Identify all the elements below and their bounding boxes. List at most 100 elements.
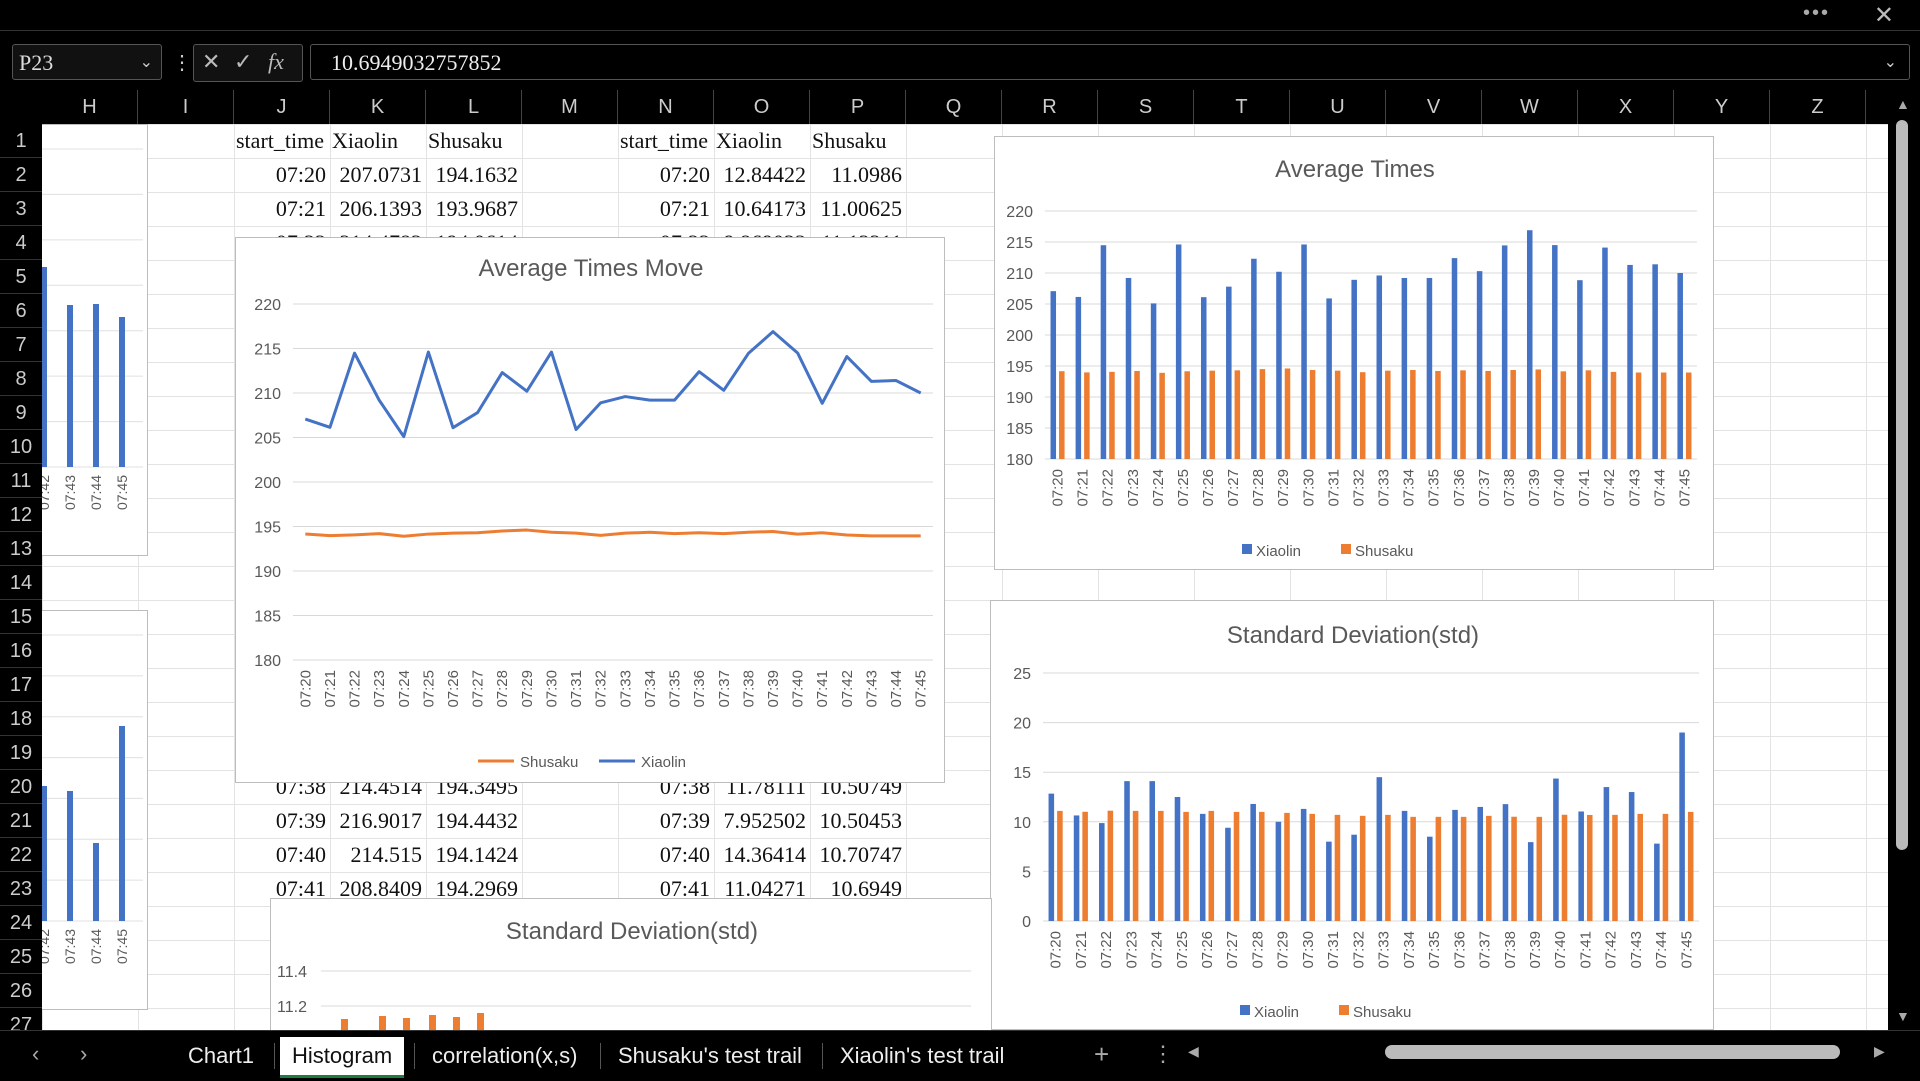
row-header-23[interactable]: 23 bbox=[0, 872, 42, 906]
row-header-4[interactable]: 4 bbox=[0, 226, 42, 260]
row-header-21[interactable]: 21 bbox=[0, 804, 42, 838]
row-header-15[interactable]: 15 bbox=[0, 600, 42, 634]
column-header-h[interactable]: H bbox=[42, 90, 138, 124]
avg-table-cell[interactable]: 194.1632 bbox=[426, 158, 522, 192]
row-header-20[interactable]: 20 bbox=[0, 770, 42, 804]
tab-histogram[interactable]: Histogram bbox=[280, 1037, 405, 1078]
row-header-17[interactable]: 17 bbox=[0, 668, 42, 702]
standard-deviation-bar-chart[interactable]: Standard Deviation(std) 25 20 15 10 5 0 07:20 07… bbox=[990, 600, 1714, 1030]
column-header-v[interactable]: V bbox=[1386, 90, 1482, 124]
tab-xiaolin-s-test-trail[interactable]: Xiaolin's test trail bbox=[828, 1037, 1016, 1075]
std-table-cell[interactable]: 10.64173 bbox=[714, 192, 810, 226]
row-header-1[interactable]: 1 bbox=[0, 124, 42, 158]
column-header-z[interactable]: Z bbox=[1770, 90, 1866, 124]
scroll-left-icon[interactable]: ◀ bbox=[1188, 1043, 1199, 1060]
std-table-cell[interactable]: 07:21 bbox=[618, 192, 714, 226]
column-header-s[interactable]: S bbox=[1098, 90, 1194, 124]
vertical-scrollbar[interactable]: ▲ ▼ bbox=[1888, 90, 1920, 1030]
column-header-i[interactable]: I bbox=[138, 90, 234, 124]
std-table-header-cell[interactable]: start_time bbox=[620, 124, 714, 158]
avg-table-header-cell[interactable]: Shusaku bbox=[428, 124, 522, 158]
avg-table-cell[interactable]: 07:40 bbox=[234, 838, 330, 872]
x-icon[interactable]: ✕ bbox=[202, 49, 220, 75]
sheet-grid[interactable]: start_time Xiaolin Shusaku 07:20 207.0731 194… bbox=[42, 124, 1888, 1030]
tab-next-icon[interactable]: › bbox=[80, 1041, 87, 1067]
avg-table-cell[interactable]: 07:21 bbox=[234, 192, 330, 226]
scroll-down-icon[interactable]: ▼ bbox=[1896, 1008, 1910, 1024]
name-box[interactable]: P23 ⌄ bbox=[12, 44, 162, 80]
row-header-3[interactable]: 3 bbox=[0, 192, 42, 226]
column-header-t[interactable]: T bbox=[1194, 90, 1290, 124]
std-table-cell[interactable]: 14.36414 bbox=[714, 838, 810, 872]
avg-table-header-cell[interactable]: Xiaolin bbox=[332, 124, 426, 158]
std-table-cell[interactable]: 10.70747 bbox=[810, 838, 906, 872]
column-header-w[interactable]: W bbox=[1482, 90, 1578, 124]
formula-input[interactable]: 10.6949032757852 ⌄ bbox=[310, 44, 1910, 80]
avg-table-cell[interactable]: 194.1424 bbox=[426, 838, 522, 872]
average-times-bar-chart[interactable]: Average Times 220 215 210 205 200 195 190 185 180… bbox=[994, 136, 1714, 570]
standard-deviation-small-chart[interactable]: Standard Deviation(std) 11.4 11.2 bbox=[270, 898, 992, 1030]
std-table-cell[interactable]: 7.952502 bbox=[714, 804, 810, 838]
row-header-14[interactable]: 14 bbox=[0, 566, 42, 600]
std-table-cell[interactable]: 07:39 bbox=[618, 804, 714, 838]
row-header-7[interactable]: 7 bbox=[0, 328, 42, 362]
column-header-n[interactable]: N bbox=[618, 90, 714, 124]
vertical-dots-icon[interactable]: ⋮ bbox=[172, 50, 192, 75]
close-icon[interactable]: ✕ bbox=[1874, 1, 1894, 30]
row-header-12[interactable]: 12 bbox=[0, 498, 42, 532]
row-header-18[interactable]: 18 bbox=[0, 702, 42, 736]
tab-chart1[interactable]: Chart1 bbox=[176, 1037, 266, 1075]
average-times-move-chart[interactable]: Average Times Move 220 215 210 205 200 195 190 1… bbox=[235, 237, 945, 783]
std-table-cell[interactable]: 11.0986 bbox=[810, 158, 906, 192]
left-mini-chart-2[interactable]: 07:42 07:43 07:44 07:45 bbox=[42, 610, 148, 1010]
avg-table-cell[interactable]: 206.1393 bbox=[330, 192, 426, 226]
avg-table-cell[interactable]: 07:20 bbox=[234, 158, 330, 192]
left-mini-chart-1[interactable]: 07:42 07:43 07:44 07:45 bbox=[42, 124, 148, 556]
column-header-u[interactable]: U bbox=[1290, 90, 1386, 124]
row-header-6[interactable]: 6 bbox=[0, 294, 42, 328]
fx-icon[interactable]: fx bbox=[268, 49, 284, 75]
std-table-cell[interactable]: 07:40 bbox=[618, 838, 714, 872]
std-table-cell[interactable]: 11.00625 bbox=[810, 192, 906, 226]
chevron-down-icon[interactable]: ⌄ bbox=[1884, 45, 1897, 81]
row-header-9[interactable]: 9 bbox=[0, 396, 42, 430]
scroll-up-icon[interactable]: ▲ bbox=[1896, 96, 1910, 112]
more-icon[interactable]: ••• bbox=[1803, 2, 1830, 25]
avg-table-cell[interactable]: 193.9687 bbox=[426, 192, 522, 226]
check-icon[interactable]: ✓ bbox=[234, 49, 252, 75]
row-header-8[interactable]: 8 bbox=[0, 362, 42, 396]
column-header-p[interactable]: P bbox=[810, 90, 906, 124]
tab-correlation-x-s-[interactable]: correlation(x,s) bbox=[420, 1037, 589, 1075]
row-header-26[interactable]: 26 bbox=[0, 974, 42, 1008]
column-header-l[interactable]: L bbox=[426, 90, 522, 124]
chevron-down-icon[interactable]: ⌄ bbox=[140, 45, 153, 81]
row-header-11[interactable]: 11 bbox=[0, 464, 42, 498]
row-header-2[interactable]: 2 bbox=[0, 158, 42, 192]
column-header-x[interactable]: X bbox=[1578, 90, 1674, 124]
avg-table-cell[interactable]: 07:39 bbox=[234, 804, 330, 838]
row-header-25[interactable]: 25 bbox=[0, 940, 42, 974]
column-header-r[interactable]: R bbox=[1002, 90, 1098, 124]
std-table-cell[interactable]: 10.50453 bbox=[810, 804, 906, 838]
avg-table-header-cell[interactable]: start_time bbox=[236, 124, 330, 158]
avg-table-cell[interactable]: 214.515 bbox=[330, 838, 426, 872]
column-header-m[interactable]: M bbox=[522, 90, 618, 124]
avg-table-cell[interactable]: 194.4432 bbox=[426, 804, 522, 838]
avg-table-cell[interactable]: 207.0731 bbox=[330, 158, 426, 192]
std-table-header-cell[interactable]: Xiaolin bbox=[716, 124, 810, 158]
row-header-22[interactable]: 22 bbox=[0, 838, 42, 872]
column-header-o[interactable]: O bbox=[714, 90, 810, 124]
column-header-k[interactable]: K bbox=[330, 90, 426, 124]
plus-icon[interactable]: + bbox=[1094, 1039, 1109, 1070]
row-header-5[interactable]: 5 bbox=[0, 260, 42, 294]
row-header-13[interactable]: 13 bbox=[0, 532, 42, 566]
column-header-y[interactable]: Y bbox=[1674, 90, 1770, 124]
std-table-cell[interactable]: 07:20 bbox=[618, 158, 714, 192]
column-header-j[interactable]: J bbox=[234, 90, 330, 124]
row-header-16[interactable]: 16 bbox=[0, 634, 42, 668]
row-header-24[interactable]: 24 bbox=[0, 906, 42, 940]
tab-shusaku-s-test-trail[interactable]: Shusaku's test trail bbox=[606, 1037, 814, 1075]
row-header-19[interactable]: 19 bbox=[0, 736, 42, 770]
tab-prev-icon[interactable]: ‹ bbox=[32, 1041, 39, 1067]
vertical-dots-icon[interactable]: ⋮ bbox=[1152, 1041, 1174, 1067]
